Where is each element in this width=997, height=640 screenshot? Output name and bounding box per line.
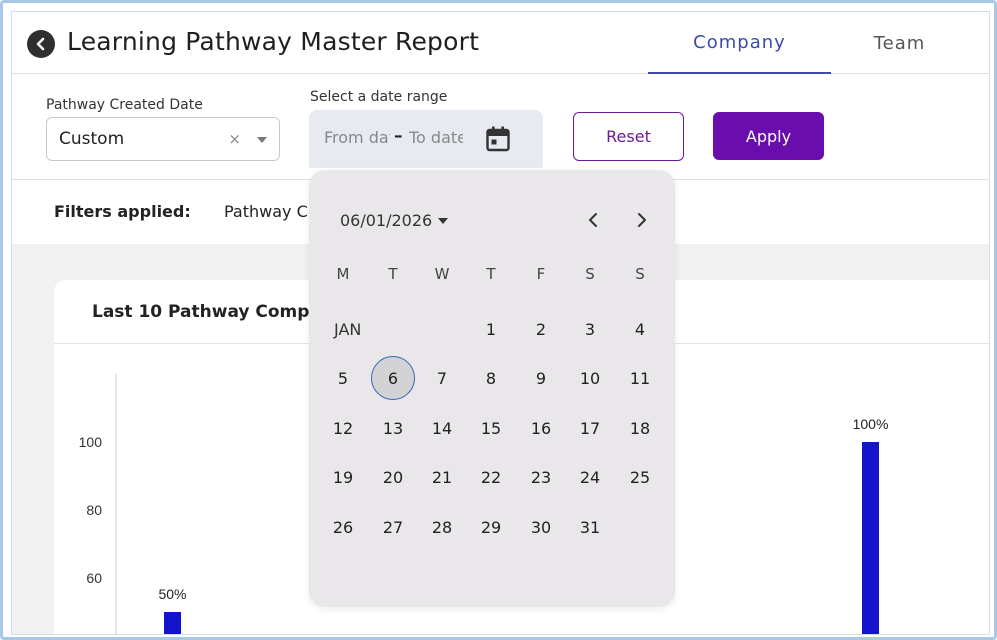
- day-cell[interactable]: 23: [519, 455, 563, 499]
- day-cell[interactable]: 18: [618, 406, 662, 450]
- day-cell[interactable]: 12: [321, 406, 365, 450]
- day-cell[interactable]: 16: [519, 406, 563, 450]
- bar[interactable]: [862, 442, 879, 635]
- reset-button[interactable]: Reset: [573, 112, 684, 161]
- weekday-label: T: [486, 265, 496, 283]
- y-tick-label: 60: [86, 570, 102, 586]
- y-tick-label: 100: [79, 434, 103, 450]
- day-cell[interactable]: 8: [469, 356, 513, 400]
- date-range-input[interactable]: From date – To date: [309, 110, 543, 168]
- caret-down-icon[interactable]: [257, 137, 267, 143]
- month-year-select[interactable]: 06/01/2026: [340, 211, 449, 230]
- clear-icon[interactable]: ×: [228, 130, 241, 148]
- day-cell[interactable]: 1: [469, 307, 513, 351]
- tab-company[interactable]: Company: [648, 12, 831, 74]
- weekday-label: W: [434, 265, 450, 283]
- day-cell[interactable]: 27: [371, 505, 415, 549]
- day-cell[interactable]: 19: [321, 455, 365, 499]
- bar-data-label: 100%: [853, 416, 889, 432]
- day-cell[interactable]: 15: [469, 406, 513, 450]
- app-viewport: Learning Pathway Master Report Company T…: [11, 11, 990, 635]
- day-cell[interactable]: 24: [568, 455, 612, 499]
- page-title: Learning Pathway Master Report: [67, 27, 480, 56]
- y-tick-label: 80: [86, 502, 102, 518]
- day-cell[interactable]: 3: [568, 307, 612, 351]
- weekday-label: M: [336, 265, 350, 283]
- weekday-label: F: [536, 265, 546, 283]
- day-cell[interactable]: 4: [618, 307, 662, 351]
- day-cell-selected[interactable]: 6: [371, 356, 415, 400]
- date-picker-popup: 06/01/2026 MTWTFSS JAN 1 2 3 4 5 6 7 8 9 10 11 12 13…: [309, 170, 675, 607]
- month-abbrev-label: JAN: [334, 320, 362, 339]
- bar-data-label: 50%: [158, 586, 186, 602]
- day-cell[interactable]: 21: [420, 455, 464, 499]
- day-cell[interactable]: 10: [568, 356, 612, 400]
- window-frame: Learning Pathway Master Report Company T…: [0, 0, 997, 640]
- day-cell[interactable]: 30: [519, 505, 563, 549]
- day-cell[interactable]: 17: [568, 406, 612, 450]
- next-month-button[interactable]: [630, 208, 654, 232]
- day-cell[interactable]: 14: [420, 406, 464, 450]
- pathway-created-select[interactable]: Custom ×: [46, 117, 280, 161]
- day-cell[interactable]: 25: [618, 455, 662, 499]
- from-date-input[interactable]: From date: [324, 128, 390, 147]
- chevron-right-icon: [638, 213, 646, 227]
- chevron-left-icon: [589, 213, 597, 227]
- select-value: Custom: [59, 129, 125, 149]
- day-cell[interactable]: 28: [420, 505, 464, 549]
- chevron-left-icon: [36, 37, 45, 51]
- day-cell[interactable]: 26: [321, 505, 365, 549]
- weekday-label: S: [585, 265, 595, 283]
- day-cell[interactable]: 31: [568, 505, 612, 549]
- tab-team[interactable]: Team: [832, 12, 967, 74]
- pathway-created-label: Pathway Created Date: [46, 97, 203, 113]
- weekday-label: S: [635, 265, 645, 283]
- weekday-label: T: [388, 265, 398, 283]
- day-cell[interactable]: 22: [469, 455, 513, 499]
- page-header: Learning Pathway Master Report Company T…: [12, 12, 989, 74]
- caret-down-icon: [438, 217, 449, 224]
- day-cell[interactable]: 13: [371, 406, 415, 450]
- day-cell[interactable]: 2: [519, 307, 563, 351]
- calendar-icon[interactable]: [486, 126, 510, 152]
- filter-row: Pathway Created Date Custom × Select a d…: [12, 74, 989, 180]
- date-range-label: Select a date range: [310, 89, 448, 105]
- prev-month-button[interactable]: [581, 208, 605, 232]
- to-date-input[interactable]: To date: [409, 128, 463, 147]
- bar[interactable]: [164, 612, 181, 635]
- current-month-label: 06/01/2026: [340, 211, 433, 230]
- day-cell[interactable]: 7: [420, 356, 464, 400]
- day-cell[interactable]: 29: [469, 505, 513, 549]
- date-separator: –: [394, 126, 403, 146]
- day-cell[interactable]: 11: [618, 356, 662, 400]
- day-cell[interactable]: 9: [519, 356, 563, 400]
- filters-applied-label: Filters applied:: [54, 202, 191, 221]
- day-cell[interactable]: 20: [371, 455, 415, 499]
- apply-button[interactable]: Apply: [713, 112, 824, 160]
- day-cell[interactable]: 5: [321, 356, 365, 400]
- back-button[interactable]: [27, 30, 55, 58]
